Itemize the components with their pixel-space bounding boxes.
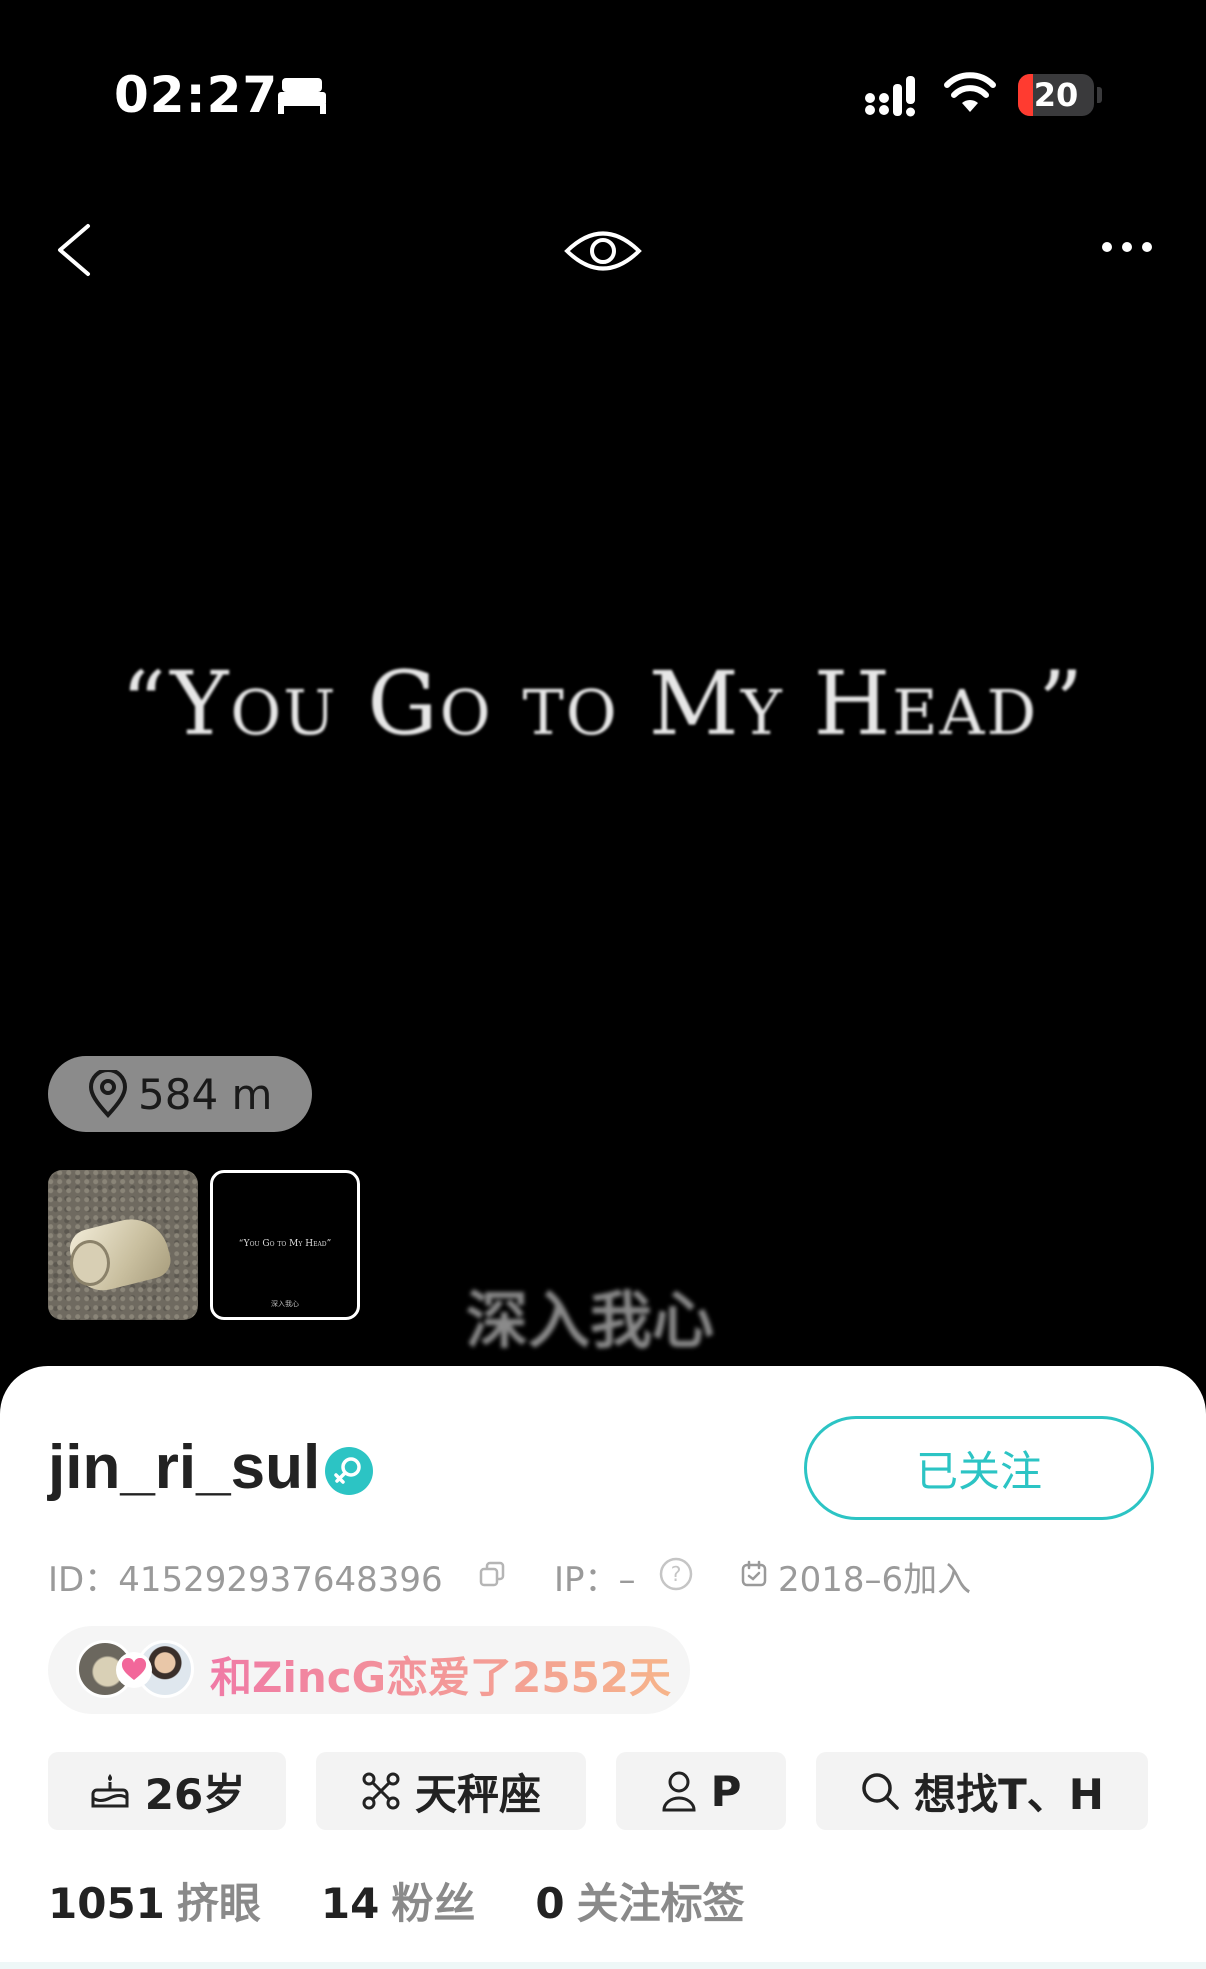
signal-icon [865, 76, 915, 117]
tag-age-label: 26岁 [144, 1769, 246, 1819]
photo-thumbnail-1[interactable] [48, 1170, 198, 1320]
bed-icon [278, 78, 326, 114]
tag-role: P [616, 1752, 786, 1830]
stat-fans-label: 粉丝 [391, 1879, 476, 1928]
status-time: 02:27 [114, 66, 279, 124]
battery-cap [1097, 87, 1102, 103]
stat-follow-tags[interactable]: 0 关注标签 [535, 1870, 744, 1931]
stat-follow-tags-count: 0 [535, 1879, 565, 1928]
search-icon [862, 1773, 899, 1810]
calendar-icon [741, 1560, 767, 1587]
tag-seeking-label: 想找T、H [914, 1769, 1104, 1819]
stats-row: 1051 挤眼 14 粉丝 0 关注标签 [48, 1870, 805, 1931]
user-id: ID：415292937648396 [48, 1560, 443, 1600]
thumbnail-subtitle: 深入我心 [271, 1300, 299, 1308]
stat-fans[interactable]: 14 粉丝 [321, 1870, 475, 1931]
hero-caption: “You Go to My Head” [120, 652, 1086, 755]
eye-icon[interactable] [564, 226, 642, 276]
join-date: 2018–6加入 [778, 1560, 972, 1600]
cake-icon [91, 1774, 129, 1808]
tag-zodiac: 天秤座 [316, 1752, 586, 1830]
help-icon[interactable]: ? [658, 1556, 694, 1592]
ip-location: IP：– [554, 1560, 636, 1600]
gender-badge-icon [325, 1447, 373, 1495]
distance-pill: 584 m [48, 1056, 312, 1132]
tag-seeking: 想找T、H [816, 1752, 1148, 1830]
svg-text:?: ? [671, 1562, 682, 1586]
profile-screen: 02:27 20 “You Go to My Head” 深入我心 584 m … [0, 0, 1206, 1969]
stat-likes-label: 挤眼 [176, 1879, 261, 1928]
tag-age: 26岁 [48, 1752, 286, 1830]
relationship-text: 和ZincG恋爱了2552天 [210, 1644, 671, 1705]
copy-icon[interactable] [478, 1560, 506, 1588]
zodiac-icon [362, 1772, 400, 1810]
bottom-strip [0, 1962, 1206, 1969]
can-top [70, 1240, 110, 1286]
person-icon [662, 1771, 696, 1812]
tag-role-label: P [710, 1766, 742, 1816]
wifi-icon [944, 72, 996, 112]
location-pin-icon [88, 1070, 128, 1118]
thumbnail-caption: “You Go to My Head” [238, 1239, 332, 1249]
battery-text: 20 [1033, 76, 1079, 114]
tag-zodiac-label: 天秤座 [414, 1769, 541, 1819]
stat-follow-tags-label: 关注标签 [576, 1879, 745, 1928]
battery-icon: 20 [1018, 74, 1094, 116]
distance-text: 584 m [138, 1069, 273, 1119]
photo-thumbnail-2[interactable]: “You Go to My Head” 深入我心 [210, 1170, 360, 1320]
heart-badge [116, 1652, 152, 1688]
back-icon[interactable] [52, 222, 92, 278]
hero-subtitle: 深入我心 [466, 1284, 715, 1357]
follow-button[interactable]: 已关注 [804, 1416, 1154, 1520]
more-icon[interactable] [1100, 240, 1154, 254]
stat-likes-count: 1051 [48, 1879, 165, 1928]
stat-likes[interactable]: 1051 挤眼 [48, 1870, 261, 1931]
heart-icon [121, 1658, 147, 1680]
stat-fans-count: 14 [320, 1879, 380, 1928]
username: jin_ri_sul [48, 1433, 321, 1502]
